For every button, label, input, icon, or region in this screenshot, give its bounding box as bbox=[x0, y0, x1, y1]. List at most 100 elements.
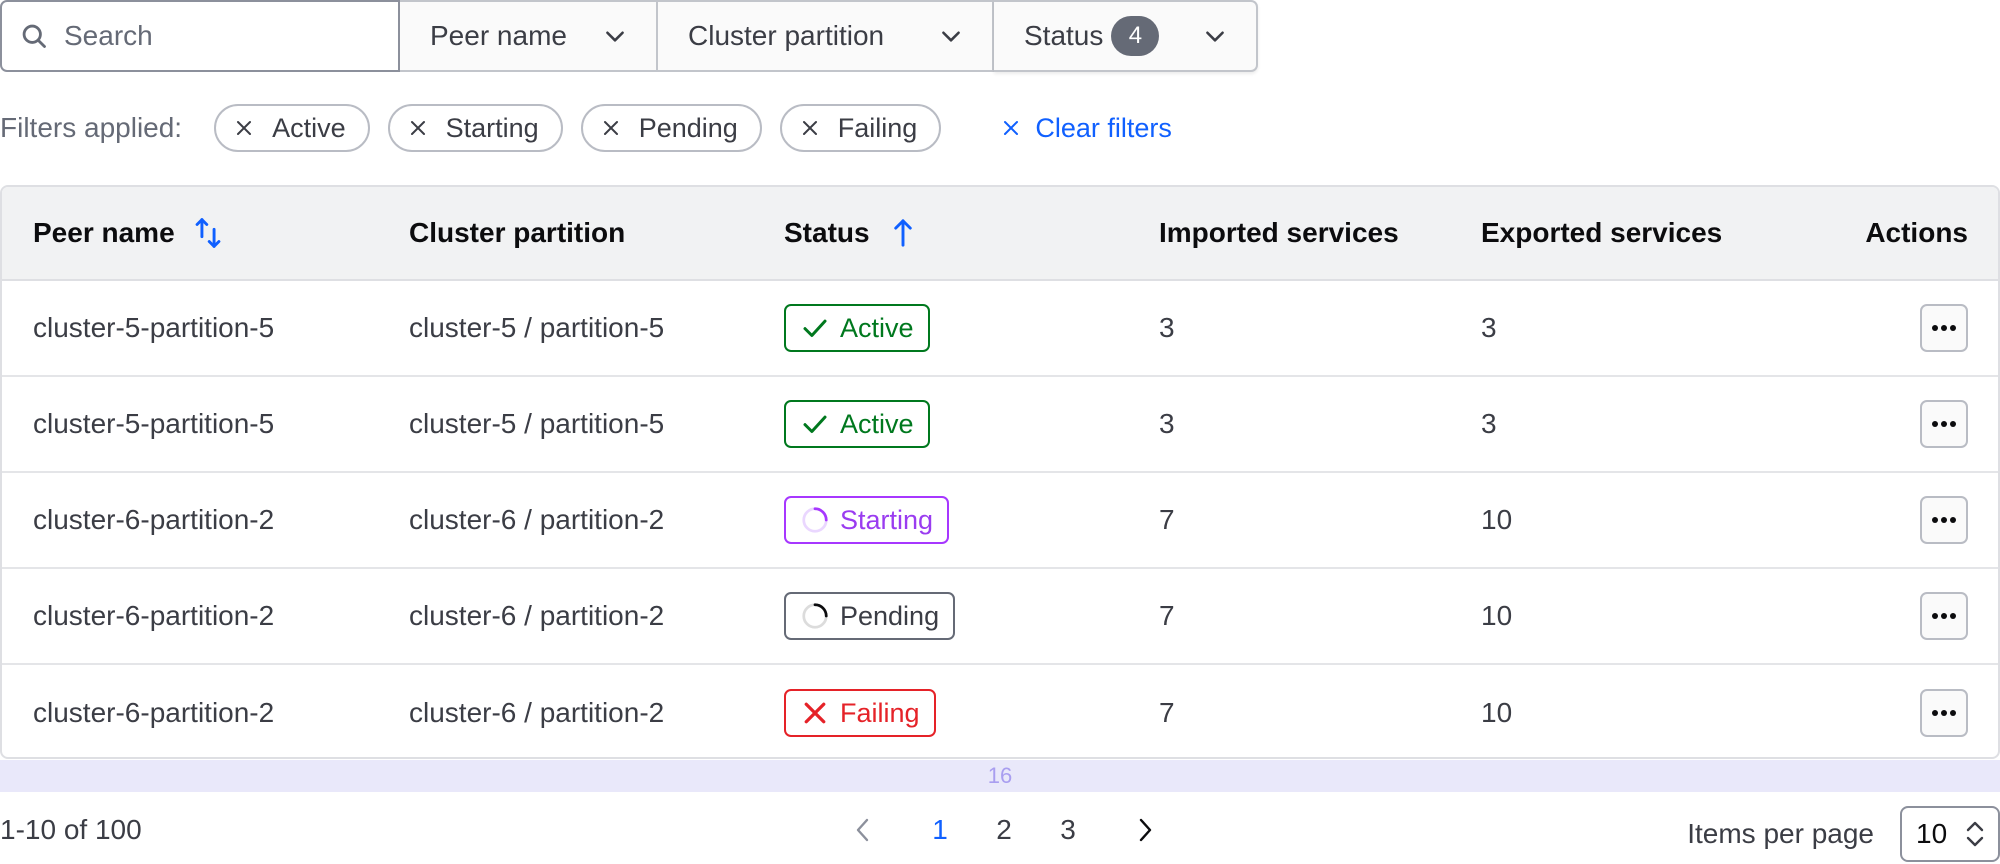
row-actions-button[interactable] bbox=[1920, 304, 1968, 352]
page-button-3[interactable]: 3 bbox=[1036, 814, 1100, 846]
cluster-partition-cell: cluster-5 / partition-5 bbox=[409, 408, 665, 439]
status-cell: Failing bbox=[752, 689, 1127, 737]
filter-chip-active[interactable]: Active bbox=[214, 104, 370, 152]
column-header-label: Status bbox=[784, 217, 870, 248]
row-actions-button[interactable] bbox=[1920, 689, 1968, 737]
check-icon bbox=[803, 319, 827, 337]
exported-services-cell: 10 bbox=[1481, 697, 1513, 728]
column-header-label: Exported services bbox=[1481, 217, 1723, 248]
page-button-1[interactable]: 1 bbox=[908, 814, 972, 846]
cluster-partition-dropdown-label: Cluster partition bbox=[688, 20, 885, 51]
column-header-peer-name[interactable]: Peer name bbox=[2, 216, 377, 250]
close-icon bbox=[237, 121, 252, 135]
imported-services-cell: 7 bbox=[1159, 600, 1175, 631]
items-per-page-label: Items per page bbox=[1687, 818, 1874, 849]
column-header-actions: Actions bbox=[1799, 217, 1998, 249]
column-header-label: Cluster partition bbox=[409, 217, 626, 248]
status-badge-pending: Pending bbox=[784, 592, 956, 640]
check-icon bbox=[803, 415, 827, 433]
column-header-imported-services: Imported services bbox=[1127, 217, 1449, 249]
items-per-page-value: 10 bbox=[1916, 818, 1948, 849]
applied-filters-label: Filters applied: bbox=[0, 112, 183, 143]
row-actions-button[interactable] bbox=[1920, 592, 1968, 640]
exported-services-cell: 3 bbox=[1481, 312, 1497, 343]
column-header-exported-services: Exported services bbox=[1449, 217, 1799, 249]
items-per-page: Items per page 10 bbox=[1687, 806, 2000, 862]
items-per-page-select[interactable]: 10 bbox=[1900, 806, 2000, 862]
previous-page-button[interactable] bbox=[848, 815, 878, 845]
filter-bar: Peer name Cluster partition Status 4 bbox=[0, 0, 1258, 72]
column-header-label: Peer name bbox=[33, 217, 175, 248]
more-horizontal-icon bbox=[1932, 517, 1956, 523]
cluster-partition-dropdown[interactable]: Cluster partition bbox=[658, 0, 994, 72]
status-label: Starting bbox=[840, 504, 934, 535]
peers-table: Peer name Cluster partition Status Impor… bbox=[0, 185, 2000, 759]
search-icon bbox=[22, 24, 46, 48]
status-label: Pending bbox=[840, 600, 940, 631]
chevron-down-icon bbox=[942, 31, 960, 42]
filter-chip-label: Active bbox=[272, 112, 346, 143]
column-header-label: Actions bbox=[1865, 217, 1968, 248]
filter-chip-starting[interactable]: Starting bbox=[387, 104, 563, 152]
filter-chip-label: Starting bbox=[445, 112, 539, 143]
cluster-partition-cell: cluster-5 / partition-5 bbox=[409, 312, 665, 343]
peer-name-cell: cluster-5-partition-5 bbox=[33, 312, 275, 343]
search-input[interactable] bbox=[64, 20, 384, 52]
actions-cell bbox=[1799, 400, 1998, 448]
table-row: cluster-5-partition-5 cluster-5 / partit… bbox=[2, 281, 1998, 377]
close-icon bbox=[603, 121, 618, 135]
status-cell: Active bbox=[752, 400, 1127, 448]
status-dropdown[interactable]: Status 4 bbox=[994, 0, 1258, 72]
chevron-down-icon bbox=[1206, 31, 1224, 42]
next-page-button[interactable] bbox=[1130, 815, 1160, 845]
status-dropdown-label: Status bbox=[1024, 20, 1104, 51]
x-icon bbox=[804, 702, 826, 724]
status-label: Active bbox=[840, 312, 914, 343]
row-actions-button[interactable] bbox=[1920, 496, 1968, 544]
status-badge-active: Active bbox=[784, 400, 930, 448]
more-horizontal-icon bbox=[1932, 613, 1956, 619]
imported-services-cell: 7 bbox=[1159, 504, 1175, 535]
sort-unsorted-icon[interactable] bbox=[193, 216, 223, 250]
filter-chip-pending[interactable]: Pending bbox=[580, 104, 762, 152]
status-badge-failing: Failing bbox=[784, 689, 936, 737]
spacing-overlay: 16 bbox=[0, 760, 2000, 792]
more-horizontal-icon bbox=[1932, 421, 1956, 427]
status-badge-active: Active bbox=[784, 304, 930, 352]
status-cell: Pending bbox=[752, 592, 1127, 640]
actions-cell bbox=[1799, 304, 1998, 352]
filter-chip-label: Pending bbox=[638, 112, 738, 143]
table-row: cluster-6-partition-2 cluster-6 / partit… bbox=[2, 473, 1998, 569]
status-label: Active bbox=[840, 408, 914, 439]
filter-chip-label: Failing bbox=[837, 112, 918, 143]
more-horizontal-icon bbox=[1932, 710, 1956, 716]
page-button-2[interactable]: 2 bbox=[972, 814, 1036, 846]
column-header-cluster-partition: Cluster partition bbox=[377, 217, 752, 249]
imported-services-cell: 7 bbox=[1159, 697, 1175, 728]
exported-services-cell: 3 bbox=[1481, 408, 1497, 439]
peer-name-dropdown[interactable]: Peer name bbox=[400, 0, 658, 72]
sort-ascending-icon[interactable] bbox=[888, 216, 918, 250]
chevron-right-icon bbox=[1139, 818, 1152, 842]
column-header-status[interactable]: Status bbox=[752, 216, 1127, 250]
peer-name-cell: cluster-6-partition-2 bbox=[33, 600, 275, 631]
status-count-badge: 4 bbox=[1111, 16, 1160, 56]
status-label: Failing bbox=[840, 697, 920, 728]
column-header-label: Imported services bbox=[1159, 217, 1399, 248]
close-icon bbox=[1004, 121, 1019, 135]
pagination: 1-10 of 100 1 2 3 Items per page 10 bbox=[0, 806, 2000, 864]
peer-name-dropdown-label: Peer name bbox=[430, 20, 567, 51]
cluster-partition-cell: cluster-6 / partition-2 bbox=[409, 697, 665, 728]
close-icon bbox=[410, 121, 425, 135]
filter-chip-failing[interactable]: Failing bbox=[779, 104, 942, 152]
search-field[interactable] bbox=[0, 0, 400, 72]
peer-name-cell: cluster-6-partition-2 bbox=[33, 697, 275, 728]
imported-services-cell: 3 bbox=[1159, 408, 1175, 439]
status-cell: Active bbox=[752, 304, 1127, 352]
peer-name-cell: cluster-5-partition-5 bbox=[33, 408, 275, 439]
row-actions-button[interactable] bbox=[1920, 400, 1968, 448]
pagination-total: 1-10 of 100 bbox=[0, 814, 142, 845]
loading-spinner-icon bbox=[802, 507, 828, 533]
clear-filters-button[interactable]: Clear filters bbox=[1001, 113, 1172, 144]
table-header: Peer name Cluster partition Status Impor… bbox=[2, 187, 1998, 281]
